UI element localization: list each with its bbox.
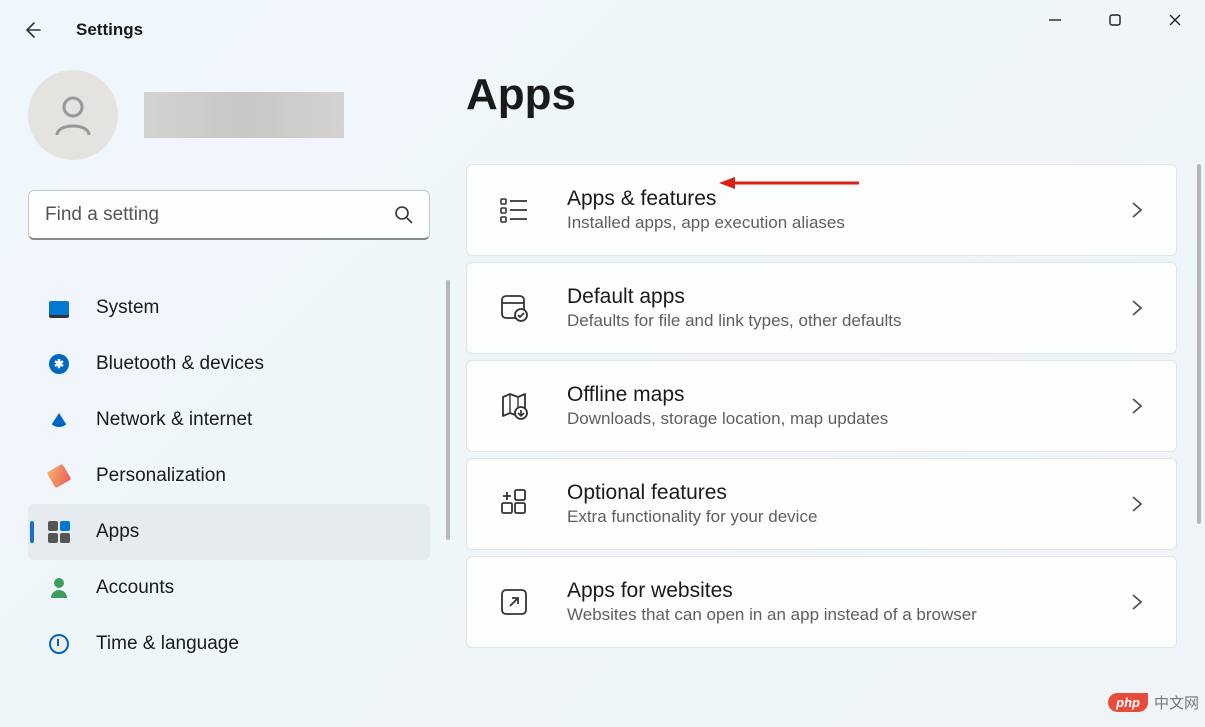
page-title: Apps: [466, 70, 1177, 120]
content-container: System ✱ Bluetooth & devices Network & i…: [0, 60, 1205, 727]
sidebar-item-label: Bluetooth & devices: [96, 353, 264, 375]
card-subtitle: Extra functionality for your device: [567, 507, 1094, 527]
card-title: Apps & features: [567, 187, 1094, 211]
chevron-right-icon: [1130, 593, 1144, 611]
sidebar-scrollbar[interactable]: [446, 280, 450, 540]
map-icon: [497, 389, 531, 423]
chevron-right-icon: [1130, 299, 1144, 317]
card-subtitle: Downloads, storage location, map updates: [567, 409, 1094, 429]
card-title: Offline maps: [567, 383, 1094, 407]
watermark: php 中文网: [1108, 692, 1205, 713]
window-controls: [1025, 0, 1205, 40]
optional-features-icon: [497, 487, 531, 521]
sidebar: System ✱ Bluetooth & devices Network & i…: [28, 60, 430, 727]
card-title: Optional features: [567, 481, 1094, 505]
chevron-right-icon: [1130, 201, 1144, 219]
sidebar-item-accounts[interactable]: Accounts: [28, 560, 430, 616]
sidebar-item-bluetooth[interactable]: ✱ Bluetooth & devices: [28, 336, 430, 392]
sidebar-item-system[interactable]: System: [28, 280, 430, 336]
card-body: Apps & features Installed apps, app exec…: [567, 187, 1094, 233]
sidebar-item-label: System: [96, 297, 159, 319]
sidebar-item-label: Personalization: [96, 465, 226, 487]
watermark-text: 中文网: [1154, 692, 1199, 713]
avatar: [28, 70, 118, 160]
default-apps-icon: [497, 291, 531, 325]
card-apps-for-websites[interactable]: Apps for websites Websites that can open…: [466, 556, 1177, 648]
sidebar-item-personalization[interactable]: Personalization: [28, 448, 430, 504]
search-field: [28, 190, 430, 240]
search-input[interactable]: [28, 190, 430, 240]
apps-websites-icon: [497, 585, 531, 619]
card-title: Default apps: [567, 285, 1094, 309]
card-default-apps[interactable]: Default apps Defaults for file and link …: [466, 262, 1177, 354]
apps-grid-icon: [46, 519, 72, 545]
profile-section[interactable]: [28, 70, 430, 160]
card-offline-maps[interactable]: Offline maps Downloads, storage location…: [466, 360, 1177, 452]
card-body: Apps for websites Websites that can open…: [567, 579, 1094, 625]
sidebar-item-label: Network & internet: [96, 409, 252, 431]
settings-card-list: Apps & features Installed apps, app exec…: [466, 164, 1177, 648]
chevron-right-icon: [1130, 397, 1144, 415]
card-subtitle: Websites that can open in an app instead…: [567, 605, 1094, 625]
sidebar-item-network[interactable]: Network & internet: [28, 392, 430, 448]
close-button[interactable]: [1145, 0, 1205, 40]
minimize-button[interactable]: [1025, 0, 1085, 40]
sidebar-item-time-language[interactable]: Time & language: [28, 616, 430, 672]
chevron-right-icon: [1130, 495, 1144, 513]
window-title: Settings: [76, 20, 143, 40]
card-body: Default apps Defaults for file and link …: [567, 285, 1094, 331]
card-optional-features[interactable]: Optional features Extra functionality fo…: [466, 458, 1177, 550]
sidebar-item-label: Time & language: [96, 633, 239, 655]
card-body: Optional features Extra functionality fo…: [567, 481, 1094, 527]
card-apps-features[interactable]: Apps & features Installed apps, app exec…: [466, 164, 1177, 256]
paintbrush-icon: [46, 463, 72, 489]
sidebar-item-label: Accounts: [96, 577, 174, 599]
card-title: Apps for websites: [567, 579, 1094, 603]
sidebar-item-apps[interactable]: Apps: [28, 504, 430, 560]
maximize-icon: [1108, 13, 1122, 27]
close-icon: [1168, 13, 1182, 27]
nav-list: System ✱ Bluetooth & devices Network & i…: [28, 280, 430, 672]
list-icon: [497, 193, 531, 227]
card-subtitle: Defaults for file and link types, other …: [567, 311, 1094, 331]
minimize-icon: [1048, 13, 1062, 27]
sidebar-item-label: Apps: [96, 521, 139, 543]
back-arrow-icon: [22, 20, 42, 40]
main-scrollbar[interactable]: [1197, 164, 1201, 524]
system-icon: [46, 295, 72, 321]
main-content: Apps Apps & features Installed apps, app…: [466, 60, 1177, 727]
watermark-badge: php: [1108, 693, 1148, 712]
bluetooth-icon: ✱: [46, 351, 72, 377]
titlebar: Settings: [0, 0, 1205, 60]
clock-icon: [46, 631, 72, 657]
person-icon: [49, 91, 97, 139]
card-subtitle: Installed apps, app execution aliases: [567, 213, 1094, 233]
wifi-icon: [46, 407, 72, 433]
card-body: Offline maps Downloads, storage location…: [567, 383, 1094, 429]
username-redacted: [144, 92, 344, 138]
back-button[interactable]: [10, 8, 54, 52]
accounts-icon: [46, 575, 72, 601]
maximize-button[interactable]: [1085, 0, 1145, 40]
